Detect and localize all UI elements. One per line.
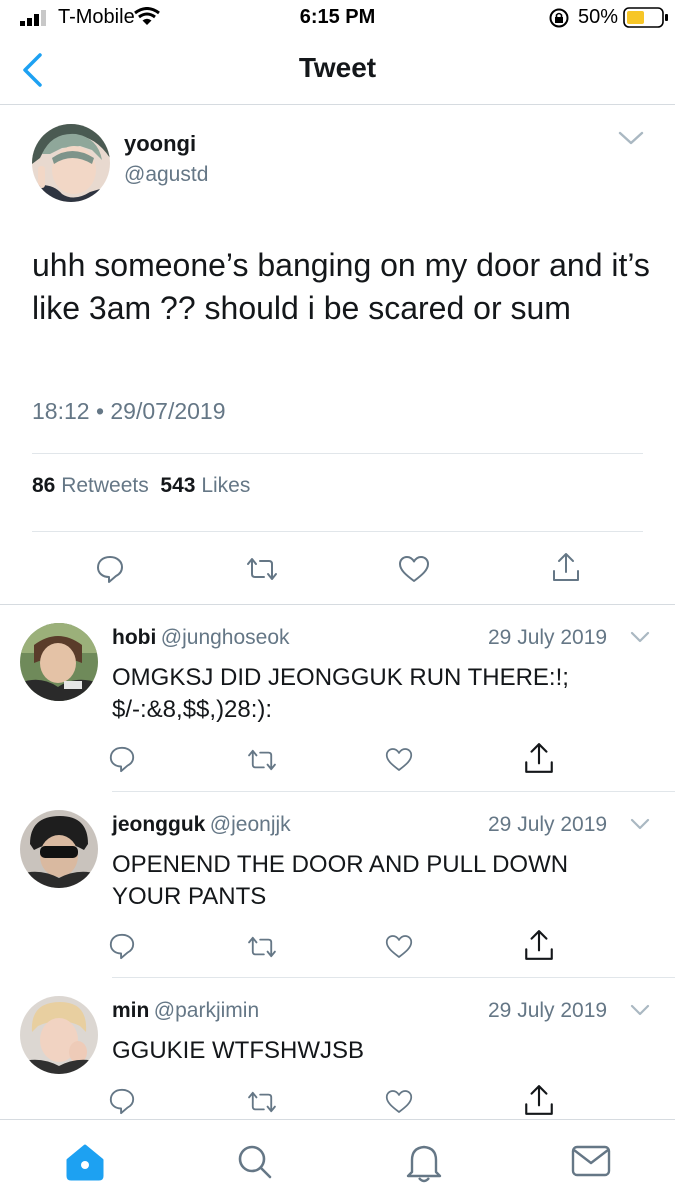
reply-date: 29 July 2019 bbox=[488, 999, 608, 1022]
author-name[interactable]: yoongi bbox=[124, 131, 196, 157]
tab-bar bbox=[0, 1120, 675, 1200]
reply-text-line: $/-:&8,$$,)28:): bbox=[112, 696, 273, 723]
reply-text-line: YOUR PANTS bbox=[112, 883, 267, 910]
avatar[interactable] bbox=[20, 996, 98, 1074]
reply-text-line: OPENEND THE DOOR AND PULL DOWN bbox=[112, 851, 569, 878]
reply-icon[interactable] bbox=[108, 1087, 136, 1115]
chevron-down-icon[interactable] bbox=[618, 130, 644, 146]
author-handle[interactable]: @agustd bbox=[124, 163, 208, 187]
search-icon[interactable] bbox=[235, 1142, 275, 1182]
share-icon[interactable] bbox=[522, 741, 556, 775]
retweet-icon[interactable] bbox=[246, 1090, 278, 1114]
battery-icon bbox=[623, 7, 668, 28]
like-heart-icon[interactable] bbox=[385, 1089, 413, 1114]
like-heart-icon[interactable] bbox=[385, 747, 413, 772]
tweet-timestamp: 18:12 • 29/07/2019 bbox=[32, 398, 226, 424]
stats-divider-bottom bbox=[32, 531, 643, 532]
reply-author-name[interactable]: hobi bbox=[112, 626, 156, 649]
page-title: Tweet bbox=[298, 52, 377, 83]
status-bar: T-Mobile 6:15 PM 50% bbox=[0, 0, 675, 34]
reply-text-line: OMGKSJ DID JEONGGUK RUN THERE:!; bbox=[112, 664, 569, 691]
likes-count[interactable]: 543 bbox=[160, 474, 195, 497]
orientation-lock-icon bbox=[549, 8, 569, 28]
share-icon[interactable] bbox=[522, 928, 556, 962]
retweet-icon[interactable] bbox=[246, 748, 278, 772]
reply-author-name[interactable]: min bbox=[112, 999, 149, 1022]
reply-author-handle[interactable]: @jeonjjk bbox=[210, 813, 291, 836]
stats-divider-top bbox=[32, 453, 643, 454]
reply-author-name[interactable]: jeongguk bbox=[112, 813, 205, 836]
reply-icon[interactable] bbox=[95, 554, 125, 584]
chevron-down-icon[interactable] bbox=[630, 1004, 650, 1017]
main-tweet-divider bbox=[0, 604, 675, 605]
reply-divider bbox=[112, 977, 675, 978]
reply-date: 29 July 2019 bbox=[488, 626, 608, 649]
reply-author-handle[interactable]: @junghoseok bbox=[161, 626, 290, 649]
avatar[interactable] bbox=[32, 124, 110, 202]
home-icon[interactable] bbox=[64, 1142, 106, 1182]
reply-author-handle[interactable]: @parkjimin bbox=[154, 999, 259, 1022]
tweet-stats: 86 Retweets 543 Likes bbox=[32, 474, 250, 498]
reply-date: 29 July 2019 bbox=[488, 813, 608, 836]
reply-divider bbox=[112, 791, 675, 792]
messages-icon[interactable] bbox=[571, 1144, 611, 1178]
retweet-icon[interactable] bbox=[246, 935, 278, 959]
likes-label[interactable]: Likes bbox=[201, 474, 250, 497]
avatar[interactable] bbox=[20, 810, 98, 888]
reply-text-line: GGUKIE WTFSHWJSB bbox=[112, 1037, 364, 1064]
avatar[interactable] bbox=[20, 623, 98, 701]
like-heart-icon[interactable] bbox=[385, 934, 413, 959]
retweets-label[interactable]: Retweets bbox=[61, 474, 149, 497]
status-time: 6:15 PM bbox=[299, 6, 376, 28]
reply-icon[interactable] bbox=[108, 745, 136, 773]
retweets-count[interactable]: 86 bbox=[32, 474, 55, 497]
nav-divider bbox=[0, 104, 675, 105]
share-icon[interactable] bbox=[522, 1083, 556, 1117]
retweet-icon[interactable] bbox=[245, 556, 279, 582]
tweet-text: uhh someone’s banging on my door and it’… bbox=[32, 247, 650, 326]
chevron-down-icon[interactable] bbox=[630, 631, 650, 644]
reply-icon[interactable] bbox=[108, 932, 136, 960]
notifications-icon[interactable] bbox=[404, 1140, 444, 1184]
like-heart-icon[interactable] bbox=[398, 555, 430, 583]
battery-percent: 50% bbox=[578, 6, 619, 28]
chevron-down-icon[interactable] bbox=[630, 818, 650, 831]
share-icon[interactable] bbox=[550, 551, 582, 583]
